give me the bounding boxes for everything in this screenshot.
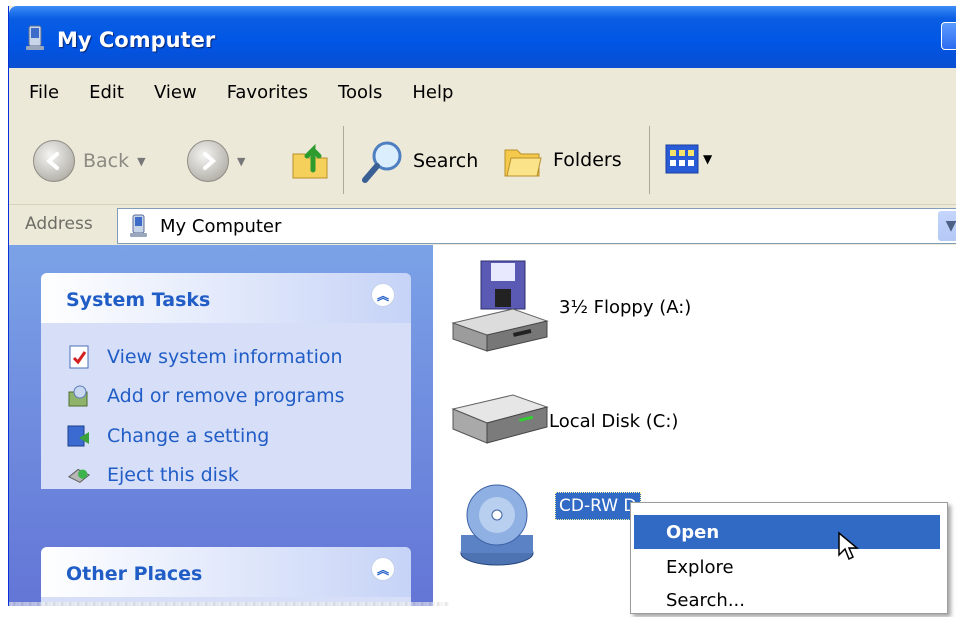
menu-edit[interactable]: Edit bbox=[74, 82, 139, 103]
address-label: Address bbox=[25, 214, 93, 234]
drive-local-disk[interactable]: Local Disk (C:) bbox=[449, 391, 678, 451]
system-tasks-title: System Tasks bbox=[66, 289, 211, 311]
task-pane: System Tasks ︽ View system information A… bbox=[9, 245, 433, 606]
up-folder-button[interactable] bbox=[289, 138, 333, 182]
window-title: My Computer bbox=[57, 28, 216, 52]
folders-button[interactable]: Folders bbox=[503, 140, 622, 180]
menu-tools[interactable]: Tools bbox=[323, 82, 397, 103]
task-label: Change a setting bbox=[107, 425, 270, 447]
back-arrow-icon bbox=[33, 140, 75, 182]
folders-label: Folders bbox=[553, 149, 622, 171]
views-icon bbox=[665, 144, 699, 174]
back-dropdown-icon[interactable]: ▼ bbox=[137, 155, 145, 168]
task-eject-disk[interactable]: Eject this disk bbox=[67, 463, 239, 487]
drive-label-selected: CD-RW D bbox=[555, 492, 641, 520]
views-button[interactable]: ▼ bbox=[665, 144, 712, 174]
drive-label: Local Disk (C:) bbox=[549, 410, 679, 432]
forward-dropdown-icon[interactable]: ▼ bbox=[237, 155, 245, 168]
title-bar[interactable]: My Computer bbox=[9, 6, 956, 68]
floppy-drive-icon bbox=[451, 260, 549, 352]
eject-icon bbox=[67, 463, 91, 487]
toolbar-separator-2 bbox=[649, 126, 650, 194]
task-label: Eject this disk bbox=[107, 464, 239, 486]
address-field[interactable]: My Computer ▼ bbox=[117, 208, 956, 244]
hard-disk-icon bbox=[451, 394, 549, 444]
bottom-edge bbox=[9, 602, 449, 606]
search-button[interactable]: Search bbox=[361, 138, 478, 184]
drive-cd-rw[interactable]: CD-RW D bbox=[459, 473, 641, 569]
drive-floppy[interactable]: 3½ Floppy (A:) bbox=[449, 259, 691, 355]
up-folder-icon bbox=[292, 143, 328, 179]
task-add-remove-programs[interactable]: Add or remove programs bbox=[67, 384, 345, 408]
collapse-icon[interactable]: ︽ bbox=[371, 283, 395, 307]
system-tasks-panel: System Tasks ︽ View system information A… bbox=[41, 273, 411, 489]
drive-label: 3½ Floppy (A:) bbox=[559, 296, 692, 318]
cd-drive-icon bbox=[460, 484, 534, 566]
back-label: Back bbox=[83, 150, 130, 172]
folders-icon bbox=[504, 149, 542, 177]
address-bar: Address My Computer ▼ bbox=[9, 205, 956, 245]
system-tasks-header[interactable]: System Tasks ︽ bbox=[41, 273, 411, 323]
toolbar-separator bbox=[343, 126, 344, 194]
views-dropdown-icon[interactable]: ▼ bbox=[703, 152, 712, 166]
address-dropdown-icon[interactable]: ▼ bbox=[938, 211, 956, 241]
menu-view[interactable]: View bbox=[139, 82, 212, 103]
add-remove-programs-icon bbox=[67, 384, 91, 408]
computer-icon bbox=[26, 25, 44, 50]
menu-help[interactable]: Help bbox=[397, 82, 468, 103]
menu-favorites[interactable]: Favorites bbox=[212, 82, 323, 103]
standard-toolbar: Back ▼ ▼ Search Folders ▼ bbox=[9, 116, 956, 205]
collapse-icon[interactable]: ︽ bbox=[371, 557, 395, 581]
computer-icon bbox=[130, 214, 147, 237]
minimize-button[interactable] bbox=[941, 22, 956, 50]
context-open[interactable]: Open bbox=[634, 515, 940, 549]
mouse-cursor-icon bbox=[838, 531, 859, 561]
other-places-title: Other Places bbox=[66, 563, 203, 585]
context-search[interactable]: Search... bbox=[634, 583, 940, 617]
menu-bar: File Edit View Favorites Tools Help bbox=[9, 68, 956, 117]
task-label: Add or remove programs bbox=[107, 385, 345, 407]
other-places-panel: Other Places ︽ bbox=[41, 547, 411, 606]
control-panel-icon bbox=[67, 424, 91, 448]
menu-file[interactable]: File bbox=[9, 82, 74, 103]
forward-button[interactable]: ▼ bbox=[187, 140, 245, 182]
task-label: View system information bbox=[107, 346, 343, 368]
task-change-setting[interactable]: Change a setting bbox=[67, 424, 269, 448]
system-info-icon bbox=[67, 345, 91, 369]
search-label: Search bbox=[413, 150, 479, 172]
address-value: My Computer bbox=[160, 216, 282, 237]
task-view-system-info[interactable]: View system information bbox=[67, 345, 343, 369]
context-explore[interactable]: Explore bbox=[634, 550, 940, 584]
context-menu: Open Explore Search... bbox=[630, 502, 948, 614]
forward-arrow-icon bbox=[187, 140, 229, 182]
search-icon bbox=[362, 141, 402, 183]
other-places-header[interactable]: Other Places ︽ bbox=[41, 547, 411, 597]
back-button[interactable]: Back ▼ bbox=[33, 140, 146, 182]
